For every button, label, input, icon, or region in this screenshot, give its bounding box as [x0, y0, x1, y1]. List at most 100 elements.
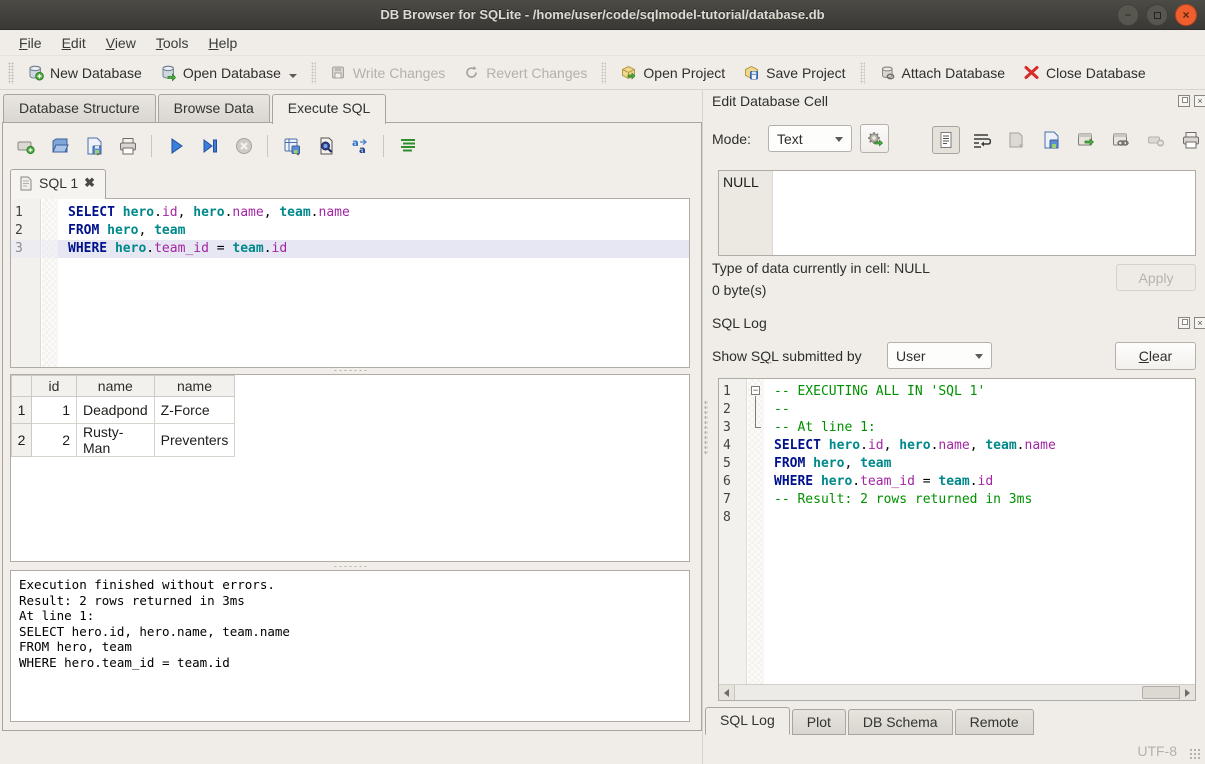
text-document-icon	[936, 130, 956, 150]
attach-database-button[interactable]: Attach Database	[870, 60, 1015, 85]
menu-edit[interactable]: Edit	[53, 32, 95, 54]
column-header-name2[interactable]: name	[154, 376, 235, 397]
revert-changes-label: Revert Changes	[486, 65, 587, 81]
cell-id[interactable]: 2	[32, 424, 77, 457]
print-sql-button[interactable]	[114, 132, 141, 159]
tab-browse-data[interactable]: Browse Data	[158, 94, 270, 123]
word-wrap-button[interactable]	[967, 126, 995, 154]
window-controls: − ×	[1117, 4, 1197, 26]
open-database-dropdown-icon[interactable]	[289, 74, 297, 78]
close-tab-icon[interactable]: ✖	[84, 175, 95, 191]
menu-file[interactable]: File	[10, 32, 51, 54]
text-mode-button[interactable]	[932, 126, 960, 154]
cell-size-text: 0 byte(s)	[712, 282, 766, 298]
execute-all-icon	[166, 136, 186, 156]
float-panel-icon[interactable]	[1178, 317, 1190, 329]
log-line-number-gutter: 1 2 3 4 5 6 7 8	[719, 379, 747, 700]
save-project-button[interactable]: Save Project	[734, 60, 854, 85]
cell-team-name[interactable]: Preventers	[154, 424, 235, 457]
scroll-left-button[interactable]	[719, 685, 735, 700]
execute-current-line-icon	[200, 136, 220, 156]
tab-db-schema[interactable]: DB Schema	[848, 709, 953, 735]
code-area[interactable]: SELECT hero.id, hero.name, team.name FRO…	[58, 199, 689, 367]
save-sql-file-button[interactable]	[80, 132, 107, 159]
tab-remote[interactable]: Remote	[955, 709, 1034, 735]
save-results-icon	[282, 136, 302, 156]
toolbar-drag-handle[interactable]	[8, 62, 14, 84]
minimize-button[interactable]: −	[1117, 4, 1139, 26]
find-button[interactable]	[312, 132, 339, 159]
open-database-button[interactable]: Open Database	[151, 60, 306, 85]
row-header[interactable]: 2	[12, 424, 32, 457]
resize-grip[interactable]	[1189, 748, 1201, 760]
replace-button[interactable]: aa	[346, 132, 373, 159]
menu-help[interactable]: Help	[200, 32, 247, 54]
panel-splitter-handle[interactable]	[704, 400, 708, 456]
fold-collapse-icon[interactable]: −	[751, 386, 760, 395]
new-sql-tab-button[interactable]	[12, 132, 39, 159]
cell-hero-name[interactable]: Rusty-Man	[77, 424, 155, 457]
copy-link-button[interactable]	[1107, 126, 1135, 154]
corner-header[interactable]	[12, 376, 32, 397]
stop-icon	[234, 136, 254, 156]
auto-switch-mode-button[interactable]	[860, 124, 889, 153]
close-database-button[interactable]: Close Database	[1014, 60, 1155, 85]
tab-sql-log[interactable]: SQL Log	[705, 707, 790, 735]
log-filter-select[interactable]: User	[887, 342, 992, 369]
svg-text:a: a	[352, 138, 359, 149]
title-bar: DB Browser for SQLite - /home/user/code/…	[0, 0, 1205, 30]
close-button[interactable]: ×	[1175, 4, 1197, 26]
cell-editor-gutter: NULL	[719, 171, 773, 255]
open-sql-file-button[interactable]	[46, 132, 73, 159]
tab-execute-sql[interactable]: Execute SQL	[272, 94, 387, 124]
new-database-label: New Database	[50, 65, 142, 81]
save-results-button[interactable]	[278, 132, 305, 159]
close-database-icon	[1023, 64, 1040, 81]
sql-code-editor[interactable]: 1 2 3 SELECT hero.id, hero.name, team.na…	[10, 198, 690, 368]
log-line-4: SELECT hero.id, hero.name, team.name	[764, 437, 1195, 455]
execute-current-line-button[interactable]	[196, 132, 223, 159]
open-project-label: Open Project	[643, 65, 725, 81]
table-row[interactable]: 2 2 Rusty-Man Preventers	[12, 424, 235, 457]
clear-log-button[interactable]: Clear	[1115, 342, 1196, 370]
format-sql-button[interactable]	[394, 132, 421, 159]
cell-hero-name[interactable]: Deadpond	[77, 397, 155, 424]
sql-editor-toolbar: aa	[12, 132, 421, 159]
maximize-button[interactable]	[1146, 4, 1168, 26]
log-line-2: --	[764, 401, 1195, 419]
cell-value-editor[interactable]: NULL	[718, 170, 1196, 256]
column-header-id[interactable]: id	[32, 376, 77, 397]
tab-plot[interactable]: Plot	[792, 709, 846, 735]
open-in-external-button[interactable]	[1072, 126, 1100, 154]
scrollbar-thumb[interactable]	[1142, 686, 1180, 699]
scroll-right-button[interactable]	[1179, 685, 1195, 700]
table-row[interactable]: 1 1 Deadpond Z-Force	[12, 397, 235, 424]
close-panel-icon[interactable]: ×	[1194, 317, 1205, 329]
execute-all-button[interactable]	[162, 132, 189, 159]
editor-results-splitter[interactable]	[333, 369, 367, 373]
menu-view[interactable]: View	[97, 32, 145, 54]
toolbar-separator	[601, 62, 606, 84]
export-cell-data-button[interactable]	[1037, 126, 1065, 154]
new-database-button[interactable]: New Database	[18, 60, 151, 85]
column-header-name1[interactable]: name	[77, 376, 155, 397]
print-cell-button[interactable]	[1177, 126, 1205, 154]
save-sql-file-icon	[84, 136, 104, 156]
close-panel-icon[interactable]: ×	[1194, 95, 1205, 107]
float-panel-icon[interactable]	[1178, 95, 1190, 107]
toolbar-separator	[383, 135, 384, 157]
apply-button: Apply	[1116, 264, 1196, 291]
sql-log-view[interactable]: 1 2 3 4 5 6 7 8 -- EXECUTING ALL IN 'SQL…	[718, 378, 1196, 701]
open-project-button[interactable]: Open Project	[611, 60, 734, 85]
results-message-splitter[interactable]	[333, 565, 367, 569]
menu-tools[interactable]: Tools	[147, 32, 198, 54]
sql1-tab[interactable]: SQL 1 ✖	[10, 169, 106, 199]
row-header[interactable]: 1	[12, 397, 32, 424]
cell-id[interactable]: 1	[32, 397, 77, 424]
mode-select[interactable]: Text	[768, 125, 852, 152]
cell-team-name[interactable]: Z-Force	[154, 397, 235, 424]
log-horizontal-scrollbar[interactable]	[719, 684, 1195, 700]
scrollbar-track[interactable]	[735, 685, 1179, 700]
results-grid[interactable]: id name name 1 1 Deadpond Z-Force 2 2 Ru…	[10, 374, 690, 562]
tab-database-structure[interactable]: Database Structure	[3, 94, 156, 123]
